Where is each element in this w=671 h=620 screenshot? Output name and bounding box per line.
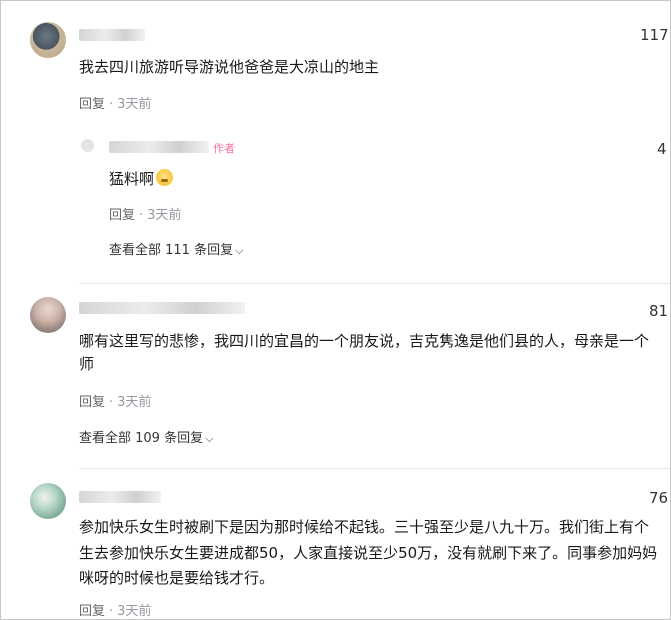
view-all-replies[interactable]: 查看全部 111 条回复 ⌵: [109, 239, 243, 258]
up-tag: 作者: [213, 142, 235, 155]
divider: [79, 468, 670, 469]
chevron-down-icon: ⌵: [205, 432, 214, 445]
reply-button[interactable]: 回复: [79, 97, 105, 112]
avatar[interactable]: [30, 483, 66, 519]
username-blurred[interactable]: [79, 302, 245, 314]
comment-meta: 回复 · 3天前: [79, 93, 151, 112]
reply-meta: 回复 · 3天前: [109, 204, 181, 223]
avatar[interactable]: [30, 22, 66, 58]
reply-button[interactable]: 回复: [109, 208, 135, 223]
comment-text-line: 咪呀的时候也是要给钱才行。: [79, 569, 275, 587]
separator-dot: ·: [109, 604, 114, 619]
timestamp: 3天前: [117, 97, 152, 112]
like-count: 81: [649, 302, 669, 320]
reply-button[interactable]: 回复: [79, 395, 105, 410]
comment-text: 我去四川旅游听导游说他爸爸是大凉山的地主: [79, 58, 380, 76]
comment-meta: 回复 · 3天前: [79, 600, 151, 619]
like-count: 76: [649, 489, 669, 507]
view-all-replies[interactable]: 查看全部 109 条回复 ⌵: [79, 427, 213, 446]
timestamp: 3天前: [147, 208, 182, 223]
username-blurred[interactable]: [109, 141, 209, 153]
avatar[interactable]: [81, 139, 94, 152]
separator-dot: ·: [109, 97, 114, 112]
divider: [79, 283, 670, 284]
avatar[interactable]: [30, 297, 66, 333]
comment-text-line: 生去参加快乐女生要进成都50，人家直接说至少50万，没有就刷下来了。同事参加妈妈: [79, 544, 658, 562]
comment-text-line: 哪有这里写的悲惨，我四川的宜昌的一个朋友说，吉克隽逸是他们县的人，母亲是一个: [79, 332, 650, 350]
comment-text-line: 参加快乐女生时被刷下是因为那时候给不起钱。三十强至少是八九十万。我们街上有个: [79, 518, 650, 536]
like-count: 117: [640, 26, 669, 44]
like-count: 4: [657, 140, 667, 158]
separator-dot: ·: [139, 208, 144, 223]
chevron-down-icon: ⌵: [235, 244, 244, 257]
smirk-emoji: [156, 169, 174, 186]
username-blurred[interactable]: [79, 29, 145, 41]
username-blurred[interactable]: [79, 491, 161, 503]
separator-dot: ·: [109, 395, 114, 410]
comment-section: 117 我去四川旅游听导游说他爸爸是大凉山的地主 回复 · 3天前 作者 4 猛料啊…: [0, 0, 671, 620]
reply-button[interactable]: 回复: [79, 604, 105, 619]
comment-meta: 回复 · 3天前: [79, 391, 151, 410]
timestamp: 3天前: [117, 604, 152, 619]
timestamp: 3天前: [117, 395, 152, 410]
comment-text-line: 师: [79, 355, 95, 373]
reply-text: 猛料啊: [109, 168, 174, 191]
